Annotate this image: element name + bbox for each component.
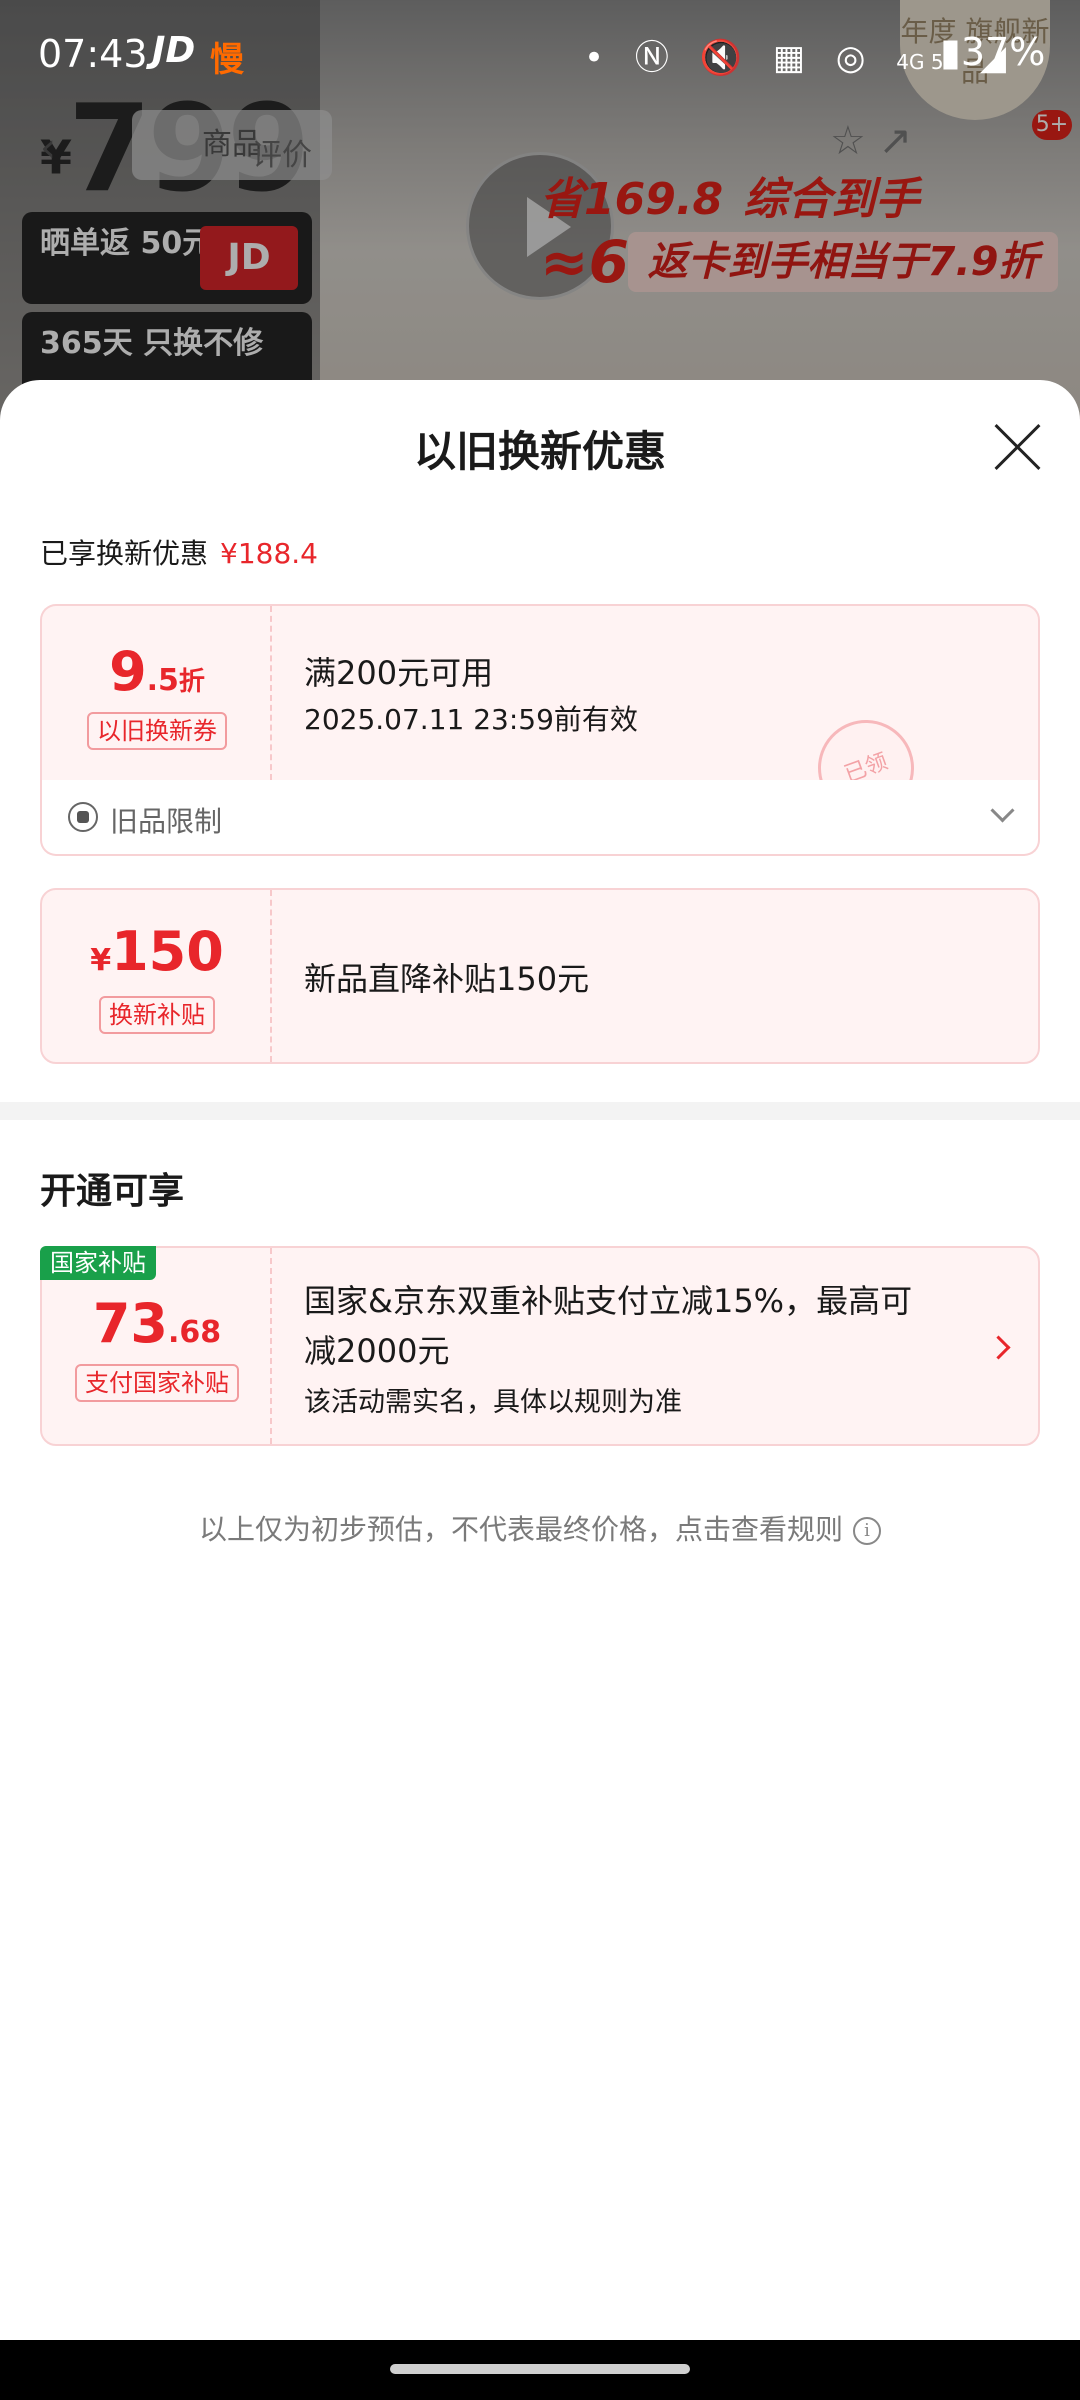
national-subsidy-corner-tag: 国家补贴 (40, 1246, 156, 1280)
old-item-icon (68, 802, 98, 832)
coupon-condition: 满200元可用 (304, 654, 494, 692)
coupon-discount-value: 9.5折 (109, 640, 205, 703)
battery-indicator: ▮37% (940, 30, 1046, 74)
old-item-limit-label: 旧品限制 (110, 805, 223, 838)
trade-in-subsidy-coupon: ¥150 换新补贴 新品直降补贴150元 (40, 888, 1040, 1064)
info-icon[interactable]: i (853, 1517, 881, 1545)
hotspot-icon: ◎ (835, 38, 876, 78)
subsidy-value: ¥150 (90, 920, 224, 983)
old-item-limit-row[interactable]: 旧品限制 (40, 780, 1040, 856)
enjoyed-amount: ¥188.4 (220, 537, 318, 570)
notification-app-icon: 慢 (210, 40, 244, 80)
data-icon: ▦ (772, 38, 815, 78)
jd-app-icon: JD (152, 30, 196, 71)
section-title: 开通可享 (40, 1171, 185, 1212)
enjoyed-label: 已享换新优惠 (40, 537, 209, 570)
national-subsidy-tag: 支付国家补贴 (42, 1364, 272, 1402)
nfc-icon: Ⓝ (634, 38, 679, 78)
national-subsidy-note: 该活动需实名，具体以规则为准 (304, 1387, 682, 1418)
trade-in-offer-sheet: 以旧换新优惠 已享换新优惠 ¥188.4 9.5折 以旧换新券 满200元可用 2… (0, 380, 1080, 2340)
subsidy-description: 新品直降补贴150元 (304, 960, 590, 998)
home-indicator[interactable] (390, 2364, 690, 2374)
status-bar: 07:43 JD 慢 • Ⓝ 🔇 ▦ ◎ 4G 5G ◢ ▮37% (0, 0, 1080, 108)
mute-icon: 🔇 (699, 38, 753, 78)
national-subsidy-desc-line1: 国家&京东双重补贴支付立减15%，最高可 (304, 1282, 913, 1320)
price-disclaimer[interactable]: 以上仅为初步预估，不代表最终价格，点击查看规则 i (0, 1508, 1080, 1548)
section-divider (0, 1102, 1080, 1120)
coupon-type-tag: 以旧换新券 (42, 712, 272, 750)
national-subsidy-value: 73.68 (92, 1292, 222, 1355)
chevron-down-icon[interactable] (990, 798, 1015, 823)
coupon-validity: 2025.07.11 23:59前有效 (304, 703, 638, 736)
sheet-title: 以旧换新优惠 (413, 427, 666, 476)
close-icon[interactable] (990, 420, 1044, 474)
status-time: 07:43 (38, 32, 148, 76)
national-subsidy-card[interactable]: 73.68 支付国家补贴 国家&京东双重补贴支付立减15%，最高可 减2000元… (40, 1246, 1040, 1446)
subsidy-tag: 换新补贴 (42, 996, 272, 1034)
national-subsidy-desc-line2: 减2000元 (304, 1332, 450, 1370)
dot-icon: • (584, 38, 615, 78)
enjoyed-discount: 已享换新优惠 ¥188.4 (40, 532, 318, 572)
